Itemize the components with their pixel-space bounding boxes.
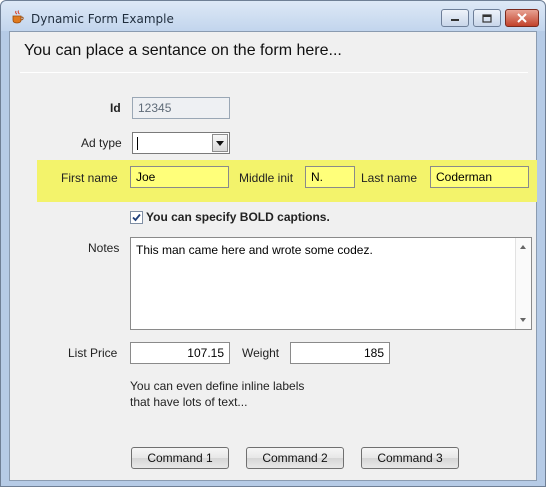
ad-type-dropdown[interactable]	[132, 132, 230, 154]
bold-captions-label: You can specify BOLD captions.	[146, 210, 330, 224]
minimize-icon	[451, 19, 459, 21]
ad-type-label: Ad type	[81, 136, 122, 150]
notes-label: Notes	[88, 241, 120, 255]
id-field: 12345	[132, 97, 230, 119]
inline-label-line1: You can even define inline labels	[130, 379, 305, 393]
first-name-label: First name	[61, 171, 118, 185]
scroll-down-arrow-icon[interactable]	[520, 318, 526, 322]
dropdown-button[interactable]	[212, 134, 228, 152]
text-cursor	[137, 137, 138, 150]
chevron-down-icon	[216, 140, 224, 146]
heading-divider	[20, 72, 528, 73]
first-name-field[interactable]: Joe	[130, 166, 229, 188]
notes-text: This man came here and wrote some codez.	[136, 243, 373, 257]
inline-label-line2: that have lots of text...	[130, 395, 248, 409]
java-coffee-cup-icon	[12, 10, 24, 24]
weight-label: Weight	[242, 346, 280, 360]
command-3-button[interactable]: Command 3	[361, 447, 459, 469]
notes-scrollbar[interactable]	[515, 238, 531, 329]
middle-init-label: Middle init	[239, 171, 294, 185]
command-1-button[interactable]: Command 1	[131, 447, 229, 469]
inline-label: You can even define inline labels that h…	[130, 378, 360, 410]
app-window: Dynamic Form Example You can place a sen…	[0, 0, 546, 487]
last-name-label: Last name	[361, 171, 418, 185]
command-2-button[interactable]: Command 2	[246, 447, 344, 469]
close-button[interactable]	[505, 9, 539, 27]
notes-textarea[interactable]: This man came here and wrote some codez.	[130, 237, 532, 330]
window-title: Dynamic Form Example	[31, 12, 174, 26]
middle-init-field[interactable]: N.	[305, 166, 355, 188]
title-bar[interactable]: Dynamic Form Example	[1, 1, 545, 31]
list-price-field[interactable]: 107.15	[130, 342, 230, 364]
id-label: Id	[110, 101, 121, 115]
form-heading: You can place a sentance on the form her…	[24, 42, 342, 59]
maximize-icon	[482, 13, 492, 23]
close-icon	[517, 13, 527, 23]
list-price-label: List Price	[68, 346, 118, 360]
form-panel: You can place a sentance on the form her…	[9, 31, 537, 481]
maximize-button[interactable]	[473, 9, 501, 27]
checkmark-icon	[132, 213, 141, 222]
weight-field[interactable]: 185	[290, 342, 390, 364]
last-name-field[interactable]: Coderman	[430, 166, 529, 188]
minimize-button[interactable]	[441, 9, 469, 27]
bold-captions-checkbox[interactable]	[130, 211, 143, 224]
scroll-up-arrow-icon[interactable]	[520, 245, 526, 249]
